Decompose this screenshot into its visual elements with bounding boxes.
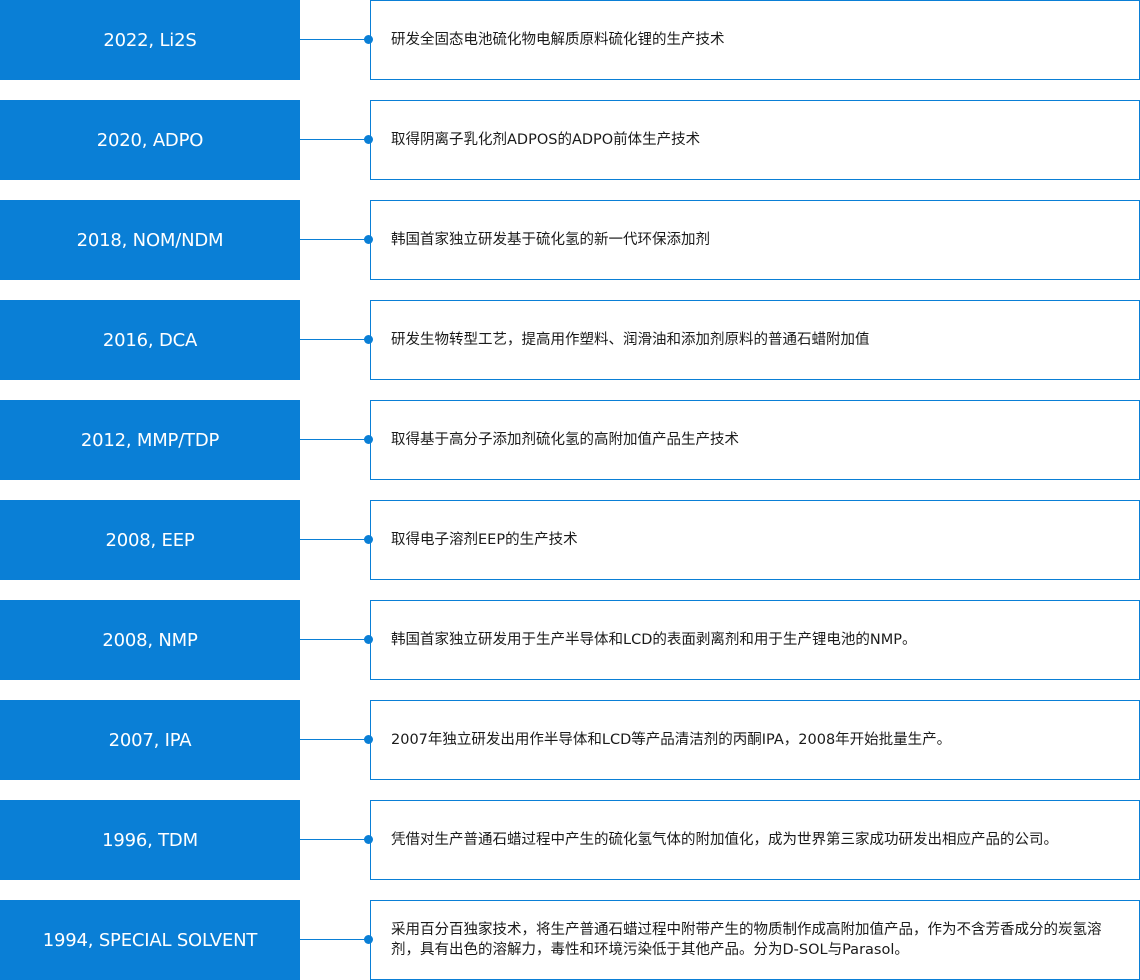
description-text: 韩国首家独立研发用于生产半导体和LCD的表面剥离剂和用于生产锂电池的NMP。 — [391, 632, 917, 648]
timeline-row: 1994, SPECIAL SOLVENT 采用百分百独家技术，将生产普通石蜡过… — [0, 900, 1140, 980]
timeline-dot-icon — [364, 335, 373, 344]
timeline-row: 2018, NOM/NDM 韩国首家独立研发基于硫化氢的新一代环保添加剂 — [0, 200, 1140, 280]
year-label: 2018, NOM/NDM — [0, 200, 300, 280]
year-label: 2008, EEP — [0, 500, 300, 580]
timeline-row: 2020, ADPO 取得阴离子乳化剂ADPOS的ADPO前体生产技术 — [0, 100, 1140, 180]
connector-line — [300, 339, 370, 340]
description-box: 研发生物转型工艺，提高用作塑料、润滑油和添加剂原料的普通石蜡附加值 — [370, 300, 1140, 380]
connector-line — [300, 539, 370, 540]
connector-line — [300, 839, 370, 840]
description-box: 取得阴离子乳化剂ADPOS的ADPO前体生产技术 — [370, 100, 1140, 180]
connector-line — [300, 439, 370, 440]
timeline-dot-icon — [364, 235, 373, 244]
year-label: 2016, DCA — [0, 300, 300, 380]
description-box: 韩国首家独立研发基于硫化氢的新一代环保添加剂 — [370, 200, 1140, 280]
description-box: 韩国首家独立研发用于生产半导体和LCD的表面剥离剂和用于生产锂电池的NMP。 — [370, 600, 1140, 680]
description-text: 凭借对生产普通石蜡过程中产生的硫化氢气体的附加值化，成为世界第三家成功研发出相应… — [391, 832, 1058, 848]
timeline-dot-icon — [364, 935, 373, 944]
timeline-row: 2012, MMP/TDP 取得基于高分子添加剂硫化氢的高附加值产品生产技术 — [0, 400, 1140, 480]
connector-line — [300, 739, 370, 740]
timeline-dot-icon — [364, 835, 373, 844]
timeline-row: 2016, DCA 研发生物转型工艺，提高用作塑料、润滑油和添加剂原料的普通石蜡… — [0, 300, 1140, 380]
timeline-row: 1996, TDM 凭借对生产普通石蜡过程中产生的硫化氢气体的附加值化，成为世界… — [0, 800, 1140, 880]
description-text: 取得阴离子乳化剂ADPOS的ADPO前体生产技术 — [391, 132, 701, 148]
timeline-dot-icon — [364, 135, 373, 144]
connector-line — [300, 939, 370, 940]
description-box: 凭借对生产普通石蜡过程中产生的硫化氢气体的附加值化，成为世界第三家成功研发出相应… — [370, 800, 1140, 880]
description-text: 2007年独立研发出用作半导体和LCD等产品清洁剂的丙酮IPA，2008年开始批… — [391, 732, 952, 748]
timeline-row: 2008, NMP 韩国首家独立研发用于生产半导体和LCD的表面剥离剂和用于生产… — [0, 600, 1140, 680]
year-label: 2008, NMP — [0, 600, 300, 680]
history-timeline: 2022, Li2S 研发全固态电池硫化物电解质原料硫化锂的生产技术 2020,… — [0, 0, 1140, 980]
connector-line — [300, 639, 370, 640]
year-label: 2007, IPA — [0, 700, 300, 780]
description-text: 取得基于高分子添加剂硫化氢的高附加值产品生产技术 — [391, 432, 739, 448]
description-text: 取得电子溶剂EEP的生产技术 — [391, 532, 578, 548]
year-label: 2022, Li2S — [0, 0, 300, 80]
description-text: 研发生物转型工艺，提高用作塑料、润滑油和添加剂原料的普通石蜡附加值 — [391, 332, 870, 348]
connector-line — [300, 139, 370, 140]
timeline-dot-icon — [364, 735, 373, 744]
year-label: 1994, SPECIAL SOLVENT — [0, 900, 300, 980]
year-label: 1996, TDM — [0, 800, 300, 880]
timeline-dot-icon — [364, 635, 373, 644]
description-box: 取得基于高分子添加剂硫化氢的高附加值产品生产技术 — [370, 400, 1140, 480]
timeline-dot-icon — [364, 435, 373, 444]
timeline-dot-icon — [364, 535, 373, 544]
description-box: 采用百分百独家技术，将生产普通石蜡过程中附带产生的物质制作成高附加值产品，作为不… — [370, 900, 1140, 980]
description-box: 研发全固态电池硫化物电解质原料硫化锂的生产技术 — [370, 0, 1140, 80]
year-label: 2020, ADPO — [0, 100, 300, 180]
description-text: 采用百分百独家技术，将生产普通石蜡过程中附带产生的物质制作成高附加值产品，作为不… — [391, 922, 1102, 958]
description-box: 取得电子溶剂EEP的生产技术 — [370, 500, 1140, 580]
timeline-row: 2008, EEP 取得电子溶剂EEP的生产技术 — [0, 500, 1140, 580]
description-text: 研发全固态电池硫化物电解质原料硫化锂的生产技术 — [391, 32, 725, 48]
connector-line — [300, 239, 370, 240]
year-label: 2012, MMP/TDP — [0, 400, 300, 480]
description-text: 韩国首家独立研发基于硫化氢的新一代环保添加剂 — [391, 232, 710, 248]
timeline-row: 2022, Li2S 研发全固态电池硫化物电解质原料硫化锂的生产技术 — [0, 0, 1140, 80]
timeline-dot-icon — [364, 35, 373, 44]
description-box: 2007年独立研发出用作半导体和LCD等产品清洁剂的丙酮IPA，2008年开始批… — [370, 700, 1140, 780]
timeline-row: 2007, IPA 2007年独立研发出用作半导体和LCD等产品清洁剂的丙酮IP… — [0, 700, 1140, 780]
connector-line — [300, 39, 370, 40]
